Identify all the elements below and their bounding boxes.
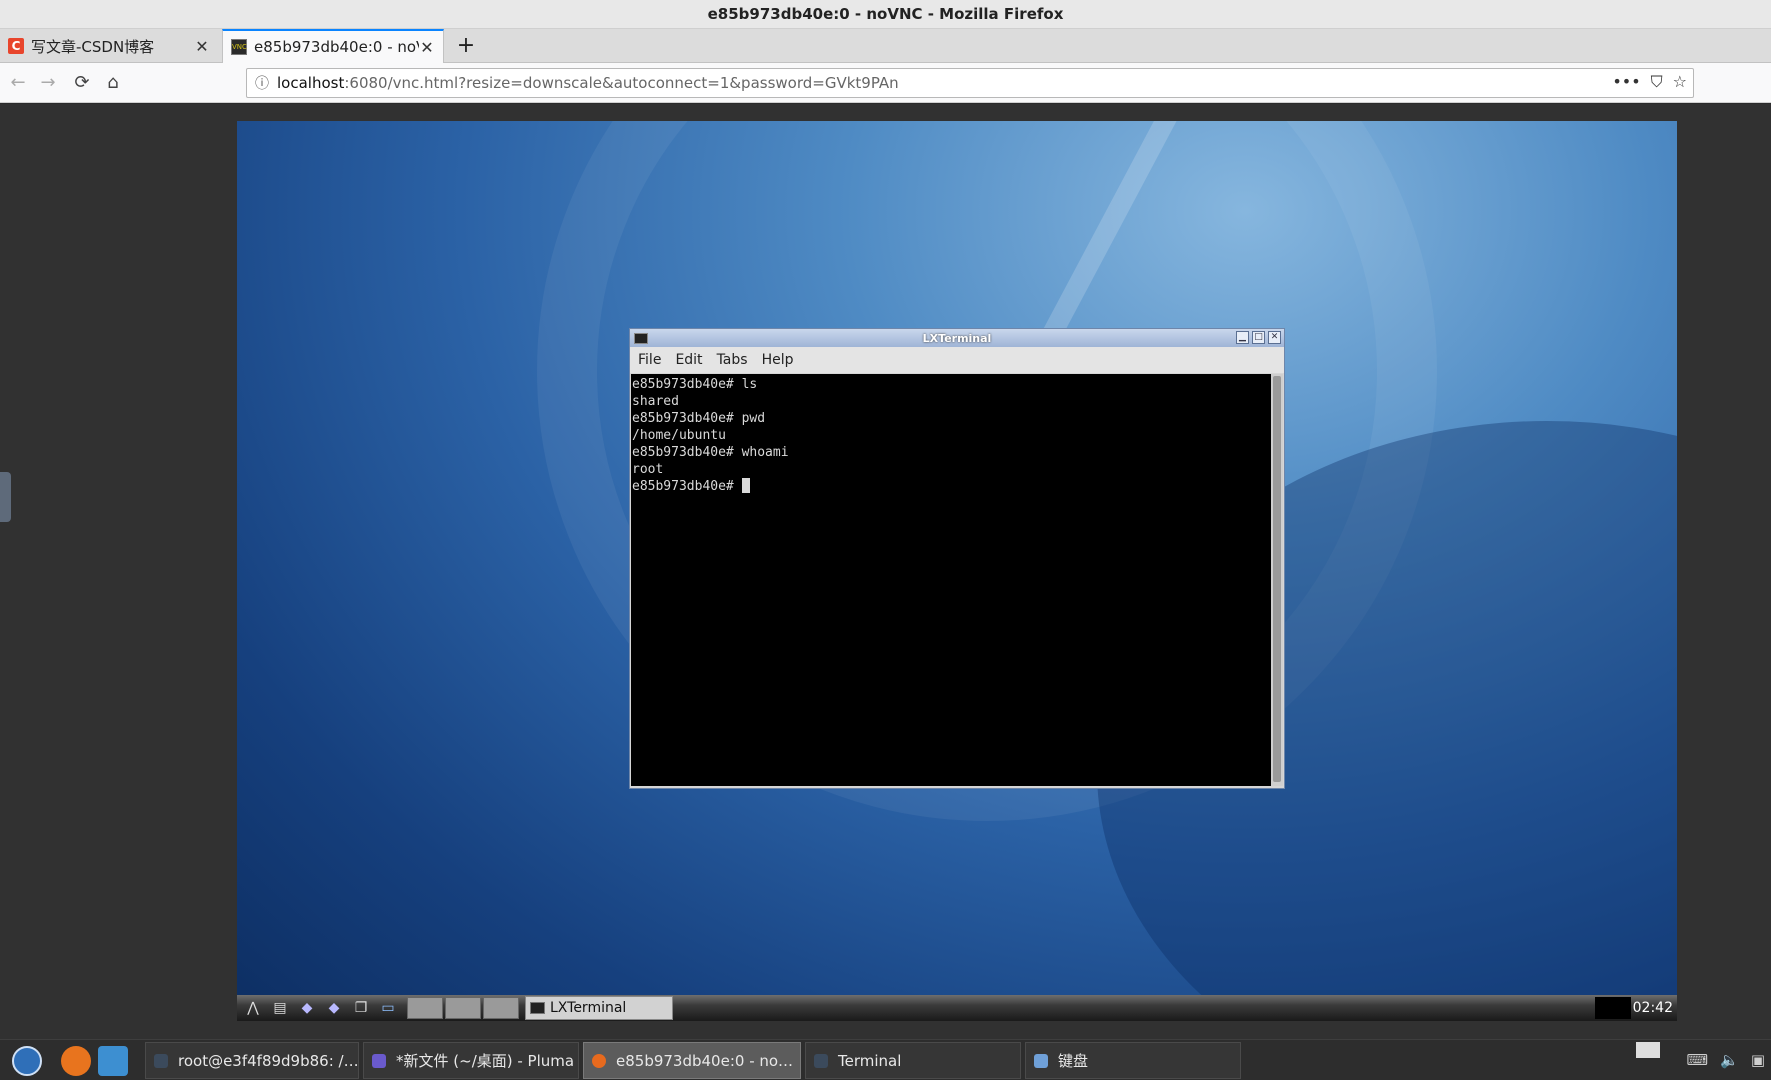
ukui-menu-icon[interactable]: [12, 1046, 42, 1076]
terminal-icon: [814, 1053, 828, 1068]
terminal-line: e85b973db40e# whoami: [632, 445, 789, 460]
vnc-icon: VNC: [231, 39, 247, 55]
lxterminal-titlebar[interactable]: LXTerminal ▁ □ ✕: [630, 329, 1284, 347]
lxterminal-title: LXTerminal: [922, 331, 992, 345]
firefox-icon[interactable]: [61, 1046, 91, 1076]
app-launcher-icon[interactable]: ◆: [323, 999, 345, 1017]
pluma-icon: [372, 1053, 386, 1068]
volume-icon[interactable]: 🔈: [1720, 1051, 1739, 1069]
url-bar[interactable]: ⓘ localhost:6080/vnc.html?resize=downsca…: [246, 68, 1694, 98]
lx-task-label: LXTerminal: [550, 1000, 627, 1016]
terminal-line: e85b973db40e# pwd: [632, 411, 766, 426]
lx-taskbar-lxterminal[interactable]: LXTerminal: [525, 996, 673, 1020]
home-button[interactable]: ⌂: [101, 71, 125, 95]
file-manager-icon[interactable]: ▤: [269, 999, 291, 1017]
input-method-icon[interactable]: ⌨: [1686, 1051, 1708, 1069]
tab-csdn[interactable]: C 写文章-CSDN博客 ✕: [0, 29, 218, 63]
forward-button[interactable]: →: [36, 71, 60, 95]
close-icon[interactable]: ✕: [419, 38, 435, 57]
host-task-label: root@e3f4f89d9b86: /…: [178, 1051, 359, 1070]
maximize-icon[interactable]: □: [1252, 331, 1265, 344]
menu-help[interactable]: Help: [762, 352, 794, 368]
host-task-terminal-root[interactable]: root@e3f4f89d9b86: /…: [145, 1042, 359, 1079]
close-icon[interactable]: ✕: [1268, 331, 1281, 344]
close-icon[interactable]: ✕: [194, 37, 210, 56]
system-tray: ⌨ 🔈 ▣: [1686, 1051, 1765, 1069]
terminal-prompt: e85b973db40e#: [632, 479, 742, 494]
app-launcher-icon[interactable]: ◆: [296, 999, 318, 1017]
keyboard-indicator-icon[interactable]: [1636, 1042, 1660, 1058]
terminal-output[interactable]: e85b973db40e# ls shared e85b973db40e# pwd /…: [631, 374, 1271, 786]
pocket-icon[interactable]: ⛉: [1651, 72, 1663, 92]
terminal-scrollbar[interactable]: [1271, 374, 1283, 786]
nav-bar: ← → ⟳ ⌂ ⓘ localhost:6080/vnc.html?resize…: [0, 63, 1771, 103]
cpu-monitor: [1595, 997, 1631, 1019]
host-task-pluma[interactable]: *新文件 (~/桌面) - Pluma: [363, 1042, 579, 1079]
new-tab-button[interactable]: +: [452, 29, 480, 63]
url-host: localhost: [277, 74, 345, 92]
host-task-keyboard[interactable]: 键盘: [1025, 1042, 1241, 1079]
terminal-line: /home/ubuntu: [632, 428, 726, 443]
menu-tabs[interactable]: Tabs: [717, 352, 748, 368]
host-task-label: Terminal: [838, 1051, 902, 1070]
terminal-line: e85b973db40e# ls: [632, 377, 758, 392]
lxde-menu-icon[interactable]: ⋀: [242, 999, 264, 1017]
lx-clock[interactable]: 02:42: [1633, 995, 1673, 1021]
page-actions-icon[interactable]: •••: [1612, 72, 1640, 92]
back-button[interactable]: ←: [6, 71, 30, 95]
tab-strip: C 写文章-CSDN博客 ✕ VNC e85b973db40e:0 - noVN…: [0, 29, 1771, 63]
tab-label: 写文章-CSDN博客: [31, 37, 155, 56]
csdn-icon: C: [8, 38, 24, 54]
keyboard-settings-icon: [1034, 1053, 1048, 1068]
file-manager-icon[interactable]: [98, 1046, 128, 1076]
info-icon[interactable]: ⓘ: [247, 73, 277, 93]
terminal-line: shared: [632, 394, 679, 409]
menu-file[interactable]: File: [638, 352, 661, 368]
menu-edit[interactable]: Edit: [675, 352, 702, 368]
firefox-icon: [592, 1053, 606, 1068]
terminal-cursor: [741, 478, 750, 493]
terminal-icon: [154, 1053, 168, 1068]
host-task-label: 键盘: [1058, 1052, 1089, 1070]
host-task-terminal[interactable]: Terminal: [805, 1042, 1021, 1079]
desktop-pager-1[interactable]: [407, 997, 443, 1019]
terminal-icon: [530, 1002, 545, 1014]
bookmark-star-icon[interactable]: ☆: [1673, 72, 1687, 92]
host-taskbar: root@e3f4f89d9b86: /… *新文件 (~/桌面) - Plum…: [0, 1039, 1771, 1080]
show-desktop-icon[interactable]: ▭: [377, 999, 399, 1017]
window-title: e85b973db40e:0 - noVNC - Mozilla Firefox: [0, 0, 1771, 29]
lxterminal-menubar: File Edit Tabs Help: [630, 347, 1284, 373]
window-switcher-icon[interactable]: ❐: [350, 999, 372, 1017]
terminal-prompt-line: e85b973db40e#: [632, 478, 1270, 495]
novnc-control-bar-handle[interactable]: [0, 472, 11, 522]
reload-button[interactable]: ⟳: [70, 71, 94, 95]
lxde-panel: ⋀ ▤ ◆ ◆ ❐ ▭ LXTerminal 02:42: [237, 995, 1677, 1021]
desktop-pager-2[interactable]: [445, 997, 481, 1019]
scrollbar-thumb[interactable]: [1273, 376, 1281, 782]
remote-desktop[interactable]: LXTerminal ▁ □ ✕ File Edit Tabs Help e85…: [237, 121, 1677, 1021]
minimize-icon[interactable]: ▁: [1236, 331, 1249, 344]
tab-label: e85b973db40e:0 - noVNC: [254, 38, 419, 56]
tab-novnc[interactable]: VNC e85b973db40e:0 - noVNC ✕: [222, 29, 444, 63]
url-path: :6080/vnc.html?resize=downscale&autoconn…: [344, 74, 899, 92]
host-task-label: *新文件 (~/桌面) - Pluma: [396, 1052, 575, 1070]
host-task-firefox[interactable]: e85b973db40e:0 - no…: [583, 1042, 801, 1079]
terminal-line: root: [632, 462, 664, 477]
lxterminal-window[interactable]: LXTerminal ▁ □ ✕ File Edit Tabs Help e85…: [629, 328, 1285, 789]
network-icon[interactable]: ▣: [1751, 1051, 1765, 1069]
host-task-label: e85b973db40e:0 - no…: [616, 1051, 794, 1070]
desktop-pager-3[interactable]: [483, 997, 519, 1019]
